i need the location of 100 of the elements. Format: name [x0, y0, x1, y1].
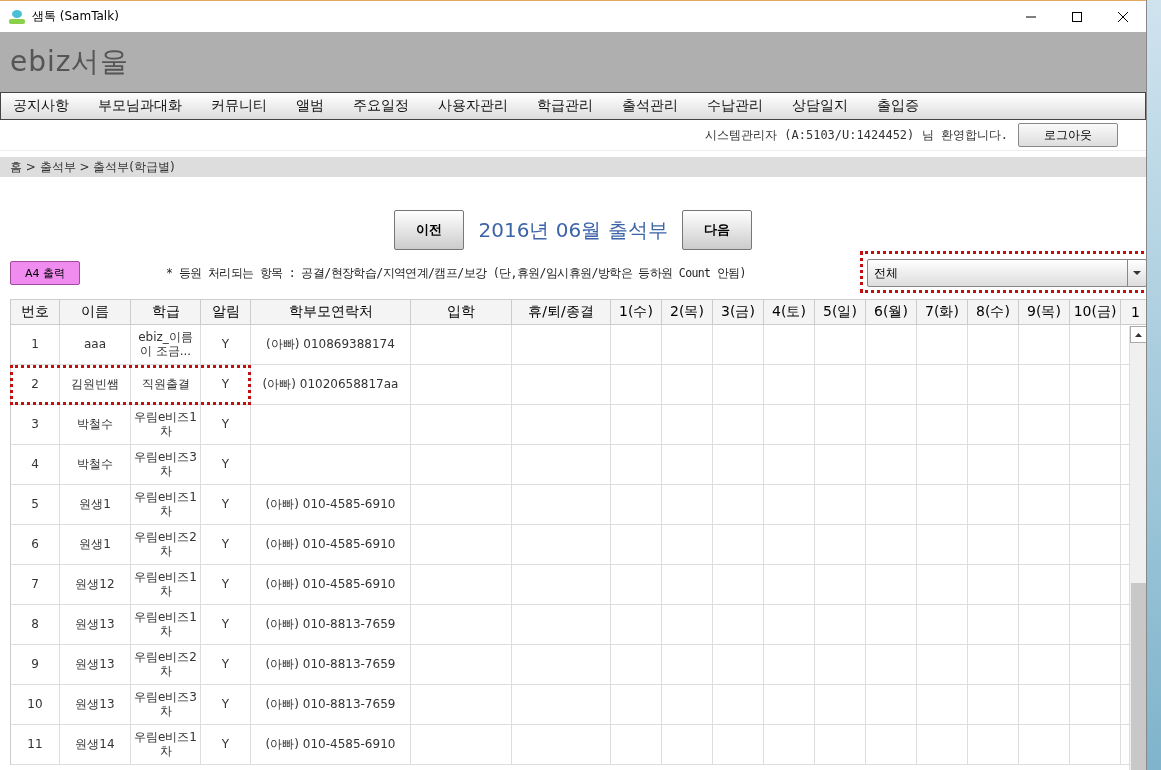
- table-cell: aaa: [60, 325, 131, 365]
- menu-item[interactable]: 앨범: [296, 97, 324, 115]
- logout-button[interactable]: 로그아웃: [1018, 123, 1118, 147]
- table-cell: [866, 605, 917, 645]
- table-cell: [968, 485, 1019, 525]
- table-cell: [1019, 645, 1070, 685]
- table-cell: [968, 525, 1019, 565]
- table-cell: [713, 405, 764, 445]
- table-cell: [917, 685, 968, 725]
- menu-item[interactable]: 학급관리: [537, 97, 593, 115]
- table-cell: (아빠) 010-4585-6910: [251, 525, 411, 565]
- menu-item[interactable]: 사용자관리: [438, 97, 508, 115]
- prev-button[interactable]: 이전: [394, 210, 465, 250]
- table-cell: [1019, 365, 1070, 405]
- table-cell: 우림e비즈2차: [131, 525, 201, 565]
- table-cell: 원생1: [60, 485, 131, 525]
- menu-item[interactable]: 부모님과대화: [98, 97, 182, 115]
- table-cell: [713, 485, 764, 525]
- table-cell: [713, 525, 764, 565]
- next-button[interactable]: 다음: [681, 210, 752, 250]
- table-cell: [1019, 685, 1070, 725]
- table-cell: ebiz_이름이 조금...: [131, 325, 201, 365]
- table-cell: 원생12: [60, 565, 131, 605]
- column-header: 10(금): [1070, 300, 1121, 325]
- table-cell: [968, 405, 1019, 445]
- table-cell: Y: [201, 605, 251, 645]
- table-cell: 김원빈쌤: [60, 365, 131, 405]
- table-cell: [764, 725, 815, 765]
- table-cell: Y: [201, 645, 251, 685]
- table-cell: [611, 605, 662, 645]
- table-cell: Y: [201, 445, 251, 485]
- menu-item[interactable]: 상담일지: [792, 97, 848, 115]
- table-cell: [662, 685, 713, 725]
- table-cell: [1019, 445, 1070, 485]
- menu-item[interactable]: 주요일정: [353, 97, 409, 115]
- table-cell: [866, 405, 917, 445]
- print-button[interactable]: A4 출력: [10, 261, 80, 285]
- table-cell: [917, 725, 968, 765]
- table-cell: [815, 605, 866, 645]
- menu-item[interactable]: 출입증: [877, 97, 919, 115]
- table-cell: [1019, 565, 1070, 605]
- table-cell: [713, 645, 764, 685]
- column-header: 1(수): [611, 300, 662, 325]
- table-cell: [611, 445, 662, 485]
- table-cell: 직원출결: [131, 365, 201, 405]
- table-cell: [815, 485, 866, 525]
- table-cell: [917, 405, 968, 445]
- table-cell: [968, 445, 1019, 485]
- table-cell: 박철수: [60, 445, 131, 485]
- menu-item[interactable]: 수납관리: [707, 97, 763, 115]
- table-cell: 우림e비즈1차: [131, 565, 201, 605]
- menu-item[interactable]: 커뮤니티: [211, 97, 267, 115]
- table-cell: [866, 525, 917, 565]
- table-cell: [764, 365, 815, 405]
- column-header: 이름: [60, 300, 131, 325]
- table-cell: 원생13: [60, 645, 131, 685]
- table-cell: [713, 445, 764, 485]
- table-cell: [968, 685, 1019, 725]
- table-cell: 원생13: [60, 685, 131, 725]
- table-cell: 3: [10, 405, 60, 445]
- column-header: 학급: [131, 300, 201, 325]
- table-cell: (아빠) 010-8813-7659: [251, 605, 411, 645]
- maximize-icon: [1072, 11, 1082, 22]
- table-cell: (아빠) 010-4585-6910: [251, 565, 411, 605]
- scrollbar[interactable]: [1129, 326, 1146, 770]
- table-cell: [662, 645, 713, 685]
- table-cell: (아빠) 010869388174: [251, 325, 411, 365]
- table-cell: [713, 365, 764, 405]
- table-cell: [611, 365, 662, 405]
- table-cell: 원생1: [60, 525, 131, 565]
- table-cell: [662, 485, 713, 525]
- table-cell: (아빠) 010-4585-6910: [251, 725, 411, 765]
- table-cell: [764, 685, 815, 725]
- table-cell: [815, 525, 866, 565]
- table-cell: [917, 485, 968, 525]
- table-cell: [1019, 485, 1070, 525]
- table-cell: Y: [201, 405, 251, 445]
- table-cell: 우림e비즈3차: [131, 445, 201, 485]
- table-cell: [662, 605, 713, 645]
- table-cell: [866, 485, 917, 525]
- table-cell: 2: [10, 365, 60, 405]
- table-cell: [815, 405, 866, 445]
- table-cell: 6: [10, 525, 60, 565]
- table-cell: 7: [10, 565, 60, 605]
- table-cell: Y: [201, 485, 251, 525]
- table-cell: [866, 325, 917, 365]
- column-header: 번호: [10, 300, 60, 325]
- table-cell: Y: [201, 525, 251, 565]
- column-header: 학부모연락처: [251, 300, 411, 325]
- table-cell: 우림e비즈3차: [131, 685, 201, 725]
- table-cell: [968, 325, 1019, 365]
- table-cell: [611, 565, 662, 605]
- table-cell: 5: [10, 485, 60, 525]
- menu-item[interactable]: 출석관리: [622, 97, 678, 115]
- table-cell: [866, 645, 917, 685]
- menu-item[interactable]: 공지사항: [13, 97, 69, 115]
- note-text: * 등원 처리되는 항목 : 공결/현장학습/지역연계/캠프/보강 (단,휴원/임시휴원/방학은 등하원 Count 안됨): [166, 265, 746, 281]
- column-header: 9(목): [1019, 300, 1070, 325]
- app-logo-icon: [8, 8, 26, 25]
- filter-dropdown[interactable]: 전체: [867, 259, 1146, 287]
